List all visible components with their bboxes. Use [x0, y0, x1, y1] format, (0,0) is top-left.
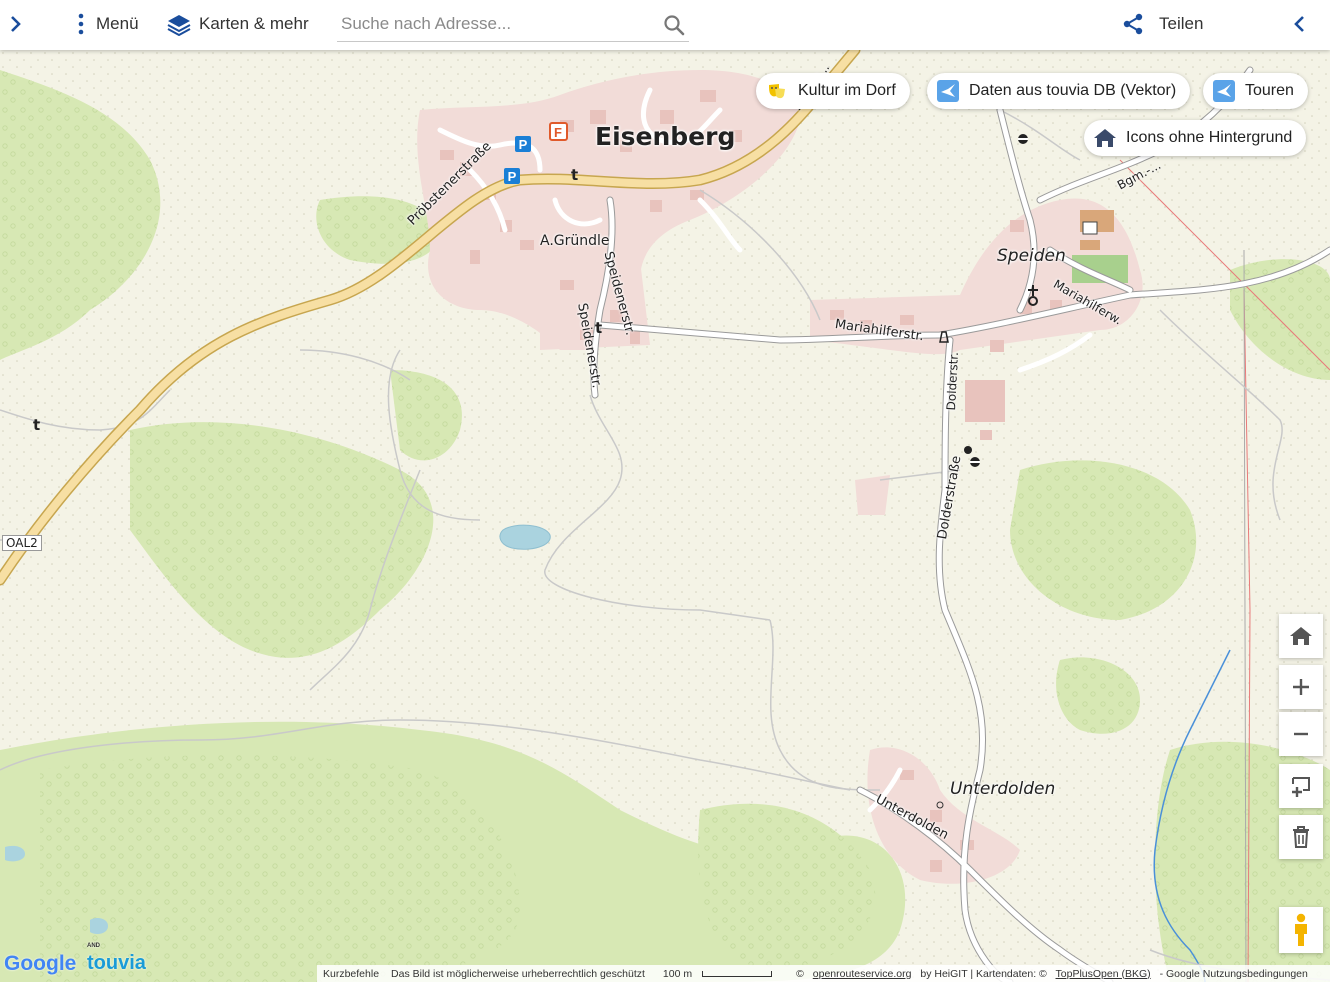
ors-link[interactable]: openrouteservice.org — [813, 968, 912, 980]
poi-parking-2-icon[interactable]: P — [504, 168, 520, 184]
chip-label: Icons ohne Hintergrund — [1126, 129, 1293, 146]
add-feature-button[interactable] — [1279, 764, 1323, 808]
wayside-cross-icon-3: t — [33, 416, 40, 434]
delete-button[interactable] — [1279, 815, 1323, 859]
layers-label: Karten & mehr — [199, 14, 309, 33]
chip-label: Daten aus touvia DB (Vektor) — [969, 82, 1177, 99]
topplus-link[interactable]: TopPlusOpen (BKG) — [1056, 968, 1151, 980]
layers-icon — [167, 15, 191, 36]
trash-icon — [1293, 826, 1309, 848]
top-toolbar: Menü Karten & mehr Teilen — [0, 0, 1330, 50]
search-input[interactable] — [341, 10, 651, 38]
attribution-bar: Kurzbefehle Das Bild ist möglicherweise … — [317, 965, 1330, 982]
google-logo-text: Google — [4, 952, 77, 975]
layer-chip-touvia-db[interactable]: Daten aus touvia DB (Vektor) — [927, 73, 1191, 109]
street-label-a-grundle: A.Gründle — [540, 233, 610, 249]
village-label-speiden: Speiden — [997, 246, 1066, 266]
share-icon — [1123, 13, 1143, 35]
scale-label: 100 m — [662, 967, 693, 980]
home-icon — [1290, 627, 1312, 645]
touvia-logo-sub: AND — [87, 943, 100, 949]
zoom-in-icon — [1293, 679, 1309, 695]
layer-chip-kultur-im-dorf[interactable]: Kultur im Dorf — [756, 73, 910, 109]
poi-parking-1-icon[interactable]: P — [515, 136, 531, 152]
scale-bar-line — [702, 970, 773, 977]
touvia-logo-text: touvia — [87, 952, 146, 974]
street-view-pegman-button[interactable] — [1279, 907, 1323, 953]
layer-chip-touren[interactable]: Touren — [1203, 73, 1308, 109]
zoom-in-button[interactable] — [1279, 665, 1323, 709]
zoom-out-icon — [1294, 732, 1308, 736]
google-logo: Google — [4, 952, 76, 976]
town-label-eisenberg: Eisenberg — [595, 122, 736, 151]
add-feature-icon — [1292, 777, 1310, 797]
expand-panel-button[interactable] — [6, 0, 34, 48]
layers-button[interactable]: Karten & mehr — [166, 0, 309, 48]
touvia-data-icon — [937, 80, 959, 102]
village-label-unterdolden: Unterdolden — [950, 779, 1056, 799]
search-icon[interactable] — [663, 14, 685, 36]
pegman-icon — [1295, 913, 1307, 946]
keyboard-shortcuts-link[interactable]: Kurzbefehle — [323, 968, 379, 980]
menu-label: Menü — [96, 14, 139, 33]
poi-fuel-icon[interactable]: F — [549, 122, 568, 141]
collapse-panel-button[interactable] — [1290, 0, 1314, 48]
svg-text:P: P — [519, 137, 528, 152]
chip-label: Touren — [1245, 82, 1294, 99]
ors-prefix: © — [796, 967, 804, 980]
share-label: Teilen — [1159, 14, 1204, 33]
map-svg[interactable]: P P F t t t — [0, 50, 1330, 982]
search-box — [337, 6, 689, 42]
ors-suffix: by HeiGIT | Kartendaten: © — [920, 967, 1047, 980]
chevron-right-icon — [11, 16, 21, 32]
touvia-logo: AND touvia — [87, 943, 146, 975]
share-button[interactable]: Teilen — [1121, 0, 1203, 48]
scale-bar: 100 m — [657, 968, 778, 980]
terms-link[interactable]: - Google Nutzungsbedingungen — [1160, 968, 1308, 980]
shelter-icon — [1082, 221, 1098, 235]
layer-chip-icons-ohne-hintergrund[interactable]: Icons ohne Hintergrund — [1084, 120, 1307, 156]
svg-text:F: F — [554, 125, 562, 140]
zoom-out-button[interactable] — [1279, 712, 1323, 756]
home-icon — [1094, 127, 1116, 149]
wayside-cross-icon-1: t — [571, 166, 578, 184]
touvia-tour-icon — [1213, 80, 1235, 102]
home-view-button[interactable] — [1279, 614, 1323, 658]
map-canvas[interactable]: P P F t t t Eisenberg Speiden Unterdolde… — [0, 50, 1330, 982]
more-vert-icon — [78, 13, 84, 35]
chevron-left-icon — [1294, 16, 1304, 32]
wayside-cross-icon-2: t — [595, 319, 602, 337]
theater-masks-icon — [766, 80, 788, 102]
copyright-note: Das Bild ist möglicherweise urheberrecht… — [391, 967, 645, 980]
app-root: P P F t t t Eisenberg Speiden Unterdolde… — [0, 0, 1330, 982]
chip-label: Kultur im Dorf — [798, 82, 896, 99]
road-ref-oal2: OAL2 — [2, 535, 42, 551]
svg-text:P: P — [508, 169, 517, 184]
menu-button[interactable]: Menü — [74, 0, 139, 48]
